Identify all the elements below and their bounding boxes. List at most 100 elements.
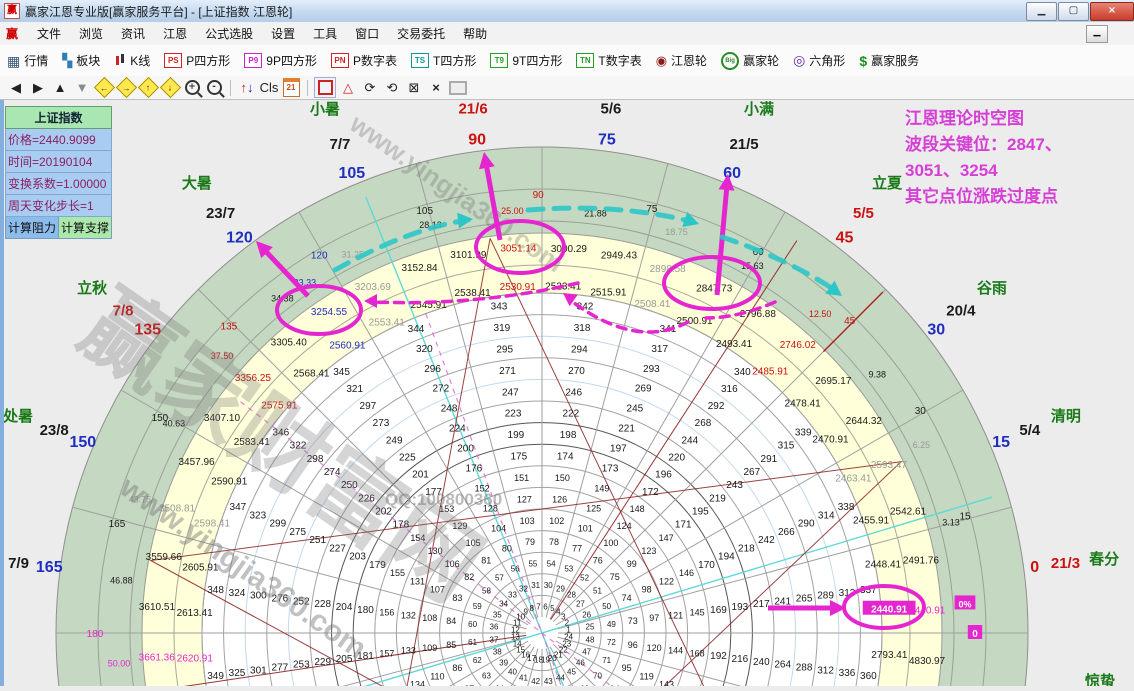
toolbar-label: T四方形 xyxy=(433,52,476,69)
toolbar-button-江恩轮[interactable]: ◉江恩轮 xyxy=(649,52,714,69)
move-right-icon[interactable]: → xyxy=(116,78,136,97)
panel-row-0: 价格=2440.9099 xyxy=(5,129,112,151)
minimize-button[interactable]: ▁ xyxy=(1026,2,1057,21)
menu-item-7[interactable]: 窗口 xyxy=(346,24,388,44)
svg-text:123: 123 xyxy=(641,546,656,556)
svg-text:105: 105 xyxy=(416,206,433,217)
toolbar-button-9P四方形[interactable]: P99P四方形 xyxy=(237,52,324,69)
window-title: 赢家江恩专业版[赢家服务平台] - [上证指数 江恩轮] xyxy=(25,3,292,20)
close-button[interactable]: × xyxy=(1090,2,1134,21)
svg-text:264: 264 xyxy=(774,660,791,671)
calendar-icon[interactable]: 21 xyxy=(281,78,301,97)
prev-icon[interactable]: ◀ xyxy=(6,78,26,97)
svg-text:121: 121 xyxy=(668,610,683,620)
svg-text:243: 243 xyxy=(726,480,743,491)
toolbar-button-T四方形[interactable]: TST四方形 xyxy=(404,52,483,69)
cls-button[interactable]: Cls xyxy=(259,78,279,97)
svg-text:23/8: 23/8 xyxy=(40,422,69,439)
triangle-tool-icon[interactable]: △ xyxy=(338,78,358,97)
svg-text:86: 86 xyxy=(452,663,462,673)
menu-item-8[interactable]: 交易委托 xyxy=(388,24,454,44)
svg-text:135: 135 xyxy=(221,321,238,332)
svg-text:99: 99 xyxy=(627,559,637,569)
svg-text:277: 277 xyxy=(272,663,289,674)
svg-text:338: 338 xyxy=(838,502,855,513)
svg-text:58: 58 xyxy=(482,586,491,595)
toolbar-button-赢家轮[interactable]: Big赢家轮 xyxy=(714,52,786,70)
svg-text:39: 39 xyxy=(499,659,508,668)
svg-text:15: 15 xyxy=(992,434,1010,451)
toolbar-label: 赢家服务 xyxy=(871,52,919,69)
expand-icon[interactable]: × xyxy=(426,78,446,97)
svg-text:122: 122 xyxy=(659,576,674,586)
svg-text:301: 301 xyxy=(250,665,267,676)
mdi-minimize-button[interactable]: ▁ xyxy=(1086,25,1108,43)
move-left-icon[interactable]: ← xyxy=(94,78,114,97)
svg-text:200: 200 xyxy=(457,444,474,455)
zoom-out-icon[interactable]: - xyxy=(204,78,224,97)
box-x-icon[interactable]: ⊠ xyxy=(404,78,424,97)
menu-item-4[interactable]: 公式选股 xyxy=(196,24,262,44)
toolbar-button-六角形[interactable]: ◎六角形 xyxy=(786,52,852,69)
toolbar-button-P数字表[interactable]: PNP数字表 xyxy=(324,52,404,69)
svg-text:296: 296 xyxy=(424,364,441,375)
svg-text:32: 32 xyxy=(519,584,528,593)
svg-text:222: 222 xyxy=(563,409,580,420)
toolbar-button-9T四方形[interactable]: T99T四方形 xyxy=(483,52,569,69)
menu-item-2[interactable]: 资讯 xyxy=(112,24,154,44)
price-axis-icon[interactable]: ↑↓ xyxy=(237,78,257,97)
svg-text:345: 345 xyxy=(333,367,350,378)
menu-item-6[interactable]: 工具 xyxy=(304,24,346,44)
svg-text:2542.61: 2542.61 xyxy=(890,507,927,518)
svg-text:25: 25 xyxy=(586,623,595,632)
menu-item-0[interactable]: 文件 xyxy=(28,24,70,44)
toolbar-button-P四方形[interactable]: PSP四方形 xyxy=(157,52,237,69)
move-down-icon[interactable]: ↓ xyxy=(160,78,180,97)
up-triangle-icon[interactable]: ▲ xyxy=(50,78,70,97)
svg-text:225: 225 xyxy=(399,453,416,464)
svg-text:46.88: 46.88 xyxy=(110,575,133,585)
svg-text:273: 273 xyxy=(373,418,390,429)
toolbar-button-K线[interactable]: K线 xyxy=(107,52,157,69)
menu-item-9[interactable]: 帮助 xyxy=(454,24,496,44)
svg-text:340: 340 xyxy=(734,367,751,378)
down-triangle-icon[interactable]: ▼ xyxy=(72,78,92,97)
svg-text:21/6: 21/6 xyxy=(458,101,487,118)
svg-text:3610.51: 3610.51 xyxy=(139,602,176,613)
svg-text:2515.91: 2515.91 xyxy=(590,287,627,298)
move-up-icon[interactable]: ↑ xyxy=(138,78,158,97)
toolbar-button-赢家服务[interactable]: $赢家服务 xyxy=(852,52,926,69)
rect-tool-icon[interactable] xyxy=(314,77,336,98)
svg-text:7/9: 7/9 xyxy=(8,555,29,572)
p9-badge: P9 xyxy=(244,53,262,68)
dollar-icon: $ xyxy=(859,53,867,69)
svg-text:348: 348 xyxy=(207,585,224,596)
svg-text:处暑: 处暑 xyxy=(2,407,33,425)
toolbar-button-T数字表[interactable]: TNT数字表 xyxy=(569,52,648,69)
rotate-cw-icon[interactable]: ⟳ xyxy=(360,78,380,97)
panel-button-计算支撑[interactable]: 计算支撑 xyxy=(59,217,112,239)
next-icon[interactable]: ▶ xyxy=(28,78,48,97)
svg-text:90: 90 xyxy=(468,131,486,148)
svg-text:194: 194 xyxy=(718,552,735,563)
menu-item-3[interactable]: 江恩 xyxy=(154,24,196,44)
menu-item-5[interactable]: 设置 xyxy=(262,24,304,44)
toolbar-button-板块[interactable]: ▚板块 xyxy=(55,52,107,69)
rotate-ccw-icon[interactable]: ⟲ xyxy=(382,78,402,97)
svg-text:180: 180 xyxy=(87,629,104,640)
svg-text:大暑: 大暑 xyxy=(182,174,212,192)
svg-text:336: 336 xyxy=(839,668,856,679)
toolbar-button-行情[interactable]: ▦行情 xyxy=(0,52,55,69)
svg-text:6.25: 6.25 xyxy=(913,440,931,450)
svg-text:50: 50 xyxy=(602,602,611,611)
svg-text:292: 292 xyxy=(708,401,725,412)
svg-text:21/5: 21/5 xyxy=(729,136,758,153)
svg-text:8: 8 xyxy=(529,604,534,613)
svg-text:21/3: 21/3 xyxy=(1051,555,1080,572)
svg-text:150: 150 xyxy=(69,434,96,451)
maximize-button[interactable]: ▢ xyxy=(1058,2,1089,21)
menu-item-1[interactable]: 浏览 xyxy=(70,24,112,44)
ps-badge: PS xyxy=(164,53,182,68)
panel-button-计算阻力[interactable]: 计算阻力 xyxy=(5,217,59,239)
zoom-in-icon[interactable]: + xyxy=(182,78,202,97)
